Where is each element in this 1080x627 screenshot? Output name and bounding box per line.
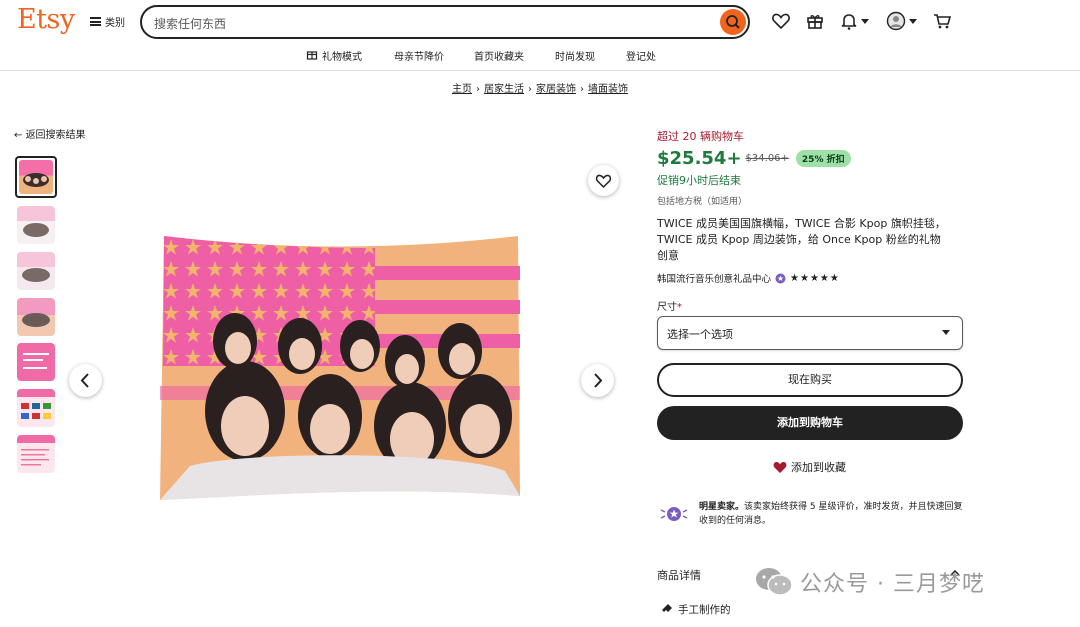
size-label: 尺寸* — [657, 302, 682, 313]
breadcrumb: 主页 › 居家生活 › 家居装饰 › 墙面装饰 — [452, 84, 628, 95]
handmade-row: 手工制作的 — [660, 602, 731, 617]
heart-filled-icon — [773, 461, 787, 473]
favorites-heart-icon[interactable] — [770, 10, 792, 32]
shop-row: 韩国流行音乐创意礼品中心 ★★★★★ — [657, 271, 840, 286]
nav-home-favorites[interactable]: 首页收藏夹 — [474, 48, 524, 63]
thumbnail-6[interactable] — [17, 389, 55, 427]
back-label: 返回搜索结果 — [25, 130, 86, 141]
star-seller-badge-icon — [775, 273, 786, 283]
sale-countdown: 促销9小时后结束 — [657, 174, 741, 187]
search-input[interactable]: 搜索任何东西 — [140, 5, 750, 39]
gift-icon — [306, 51, 318, 60]
breadcrumb-home-decor[interactable]: 家居装饰 — [536, 84, 576, 95]
star-seller-icon — [660, 507, 688, 521]
buy-now-button[interactable]: 现在购买 — [657, 363, 963, 397]
gift-icon[interactable] — [804, 10, 826, 32]
breadcrumb-home[interactable]: 主页 — [452, 84, 472, 95]
shop-name-link[interactable]: 韩国流行音乐创意礼品中心 — [657, 271, 771, 285]
product-image — [160, 236, 520, 500]
handmade-label: 手工制作的 — [678, 604, 731, 616]
thumbnail-5[interactable] — [17, 343, 55, 381]
hand-icon — [662, 604, 672, 612]
nav-mothers-day[interactable]: 母亲节降价 — [394, 48, 444, 63]
chevron-left-icon — [80, 373, 89, 388]
add-to-favorites-button[interactable]: 添加到收藏 — [773, 459, 846, 475]
account-avatar-icon[interactable] — [885, 10, 907, 32]
previous-image-button[interactable] — [69, 364, 102, 397]
categories-label: 类别 — [105, 18, 125, 29]
thumbnail-2[interactable] — [17, 206, 55, 244]
price-row: $25.54+ $34.06+ 25% 折扣 — [657, 148, 851, 169]
cart-count-note: 超过 20 辆购物车 — [657, 130, 744, 143]
search-button[interactable] — [720, 9, 746, 35]
add-to-cart-button[interactable]: 添加到购物车 — [657, 406, 963, 440]
thumbnail-1[interactable] — [15, 156, 57, 198]
size-select[interactable]: 选择一个选项 — [657, 316, 963, 350]
menu-icon — [90, 17, 101, 26]
nav-gift-mode[interactable]: 礼物模式 — [322, 48, 362, 63]
cart-icon[interactable] — [931, 10, 953, 32]
tax-note: 包括地方税（如适用） — [657, 197, 748, 207]
favorite-button[interactable] — [588, 165, 619, 196]
chevron-down-icon — [861, 19, 869, 24]
etsy-logo[interactable]: Etsy — [17, 4, 75, 35]
search-placeholder: 搜索任何东西 — [154, 17, 227, 31]
nav-registry[interactable]: 登记处 — [626, 48, 656, 63]
discount-badge: 25% 折扣 — [795, 150, 851, 167]
dropdown-caret-icon — [942, 330, 950, 335]
chevron-down-icon — [909, 19, 917, 24]
thumbnail-4[interactable] — [17, 298, 55, 336]
breadcrumb-home-living[interactable]: 居家生活 — [484, 84, 524, 95]
original-price: $34.06+ — [745, 153, 789, 164]
divider — [0, 70, 1080, 71]
sale-price: $25.54+ — [657, 148, 742, 169]
product-title: TWICE 成员美国国旗横幅，TWICE 合影 Kpop 旗帜挂毯，TWICE … — [657, 217, 946, 262]
back-to-results-link[interactable]: ← 返回搜索结果 — [14, 126, 86, 141]
star-seller-info: 明星卖家。该卖家始终获得 5 星级评价，准时发货，并且快速回复收到的任何消息。 — [699, 500, 967, 528]
watermark-text: 公众号 · 三月梦呓 — [800, 572, 985, 597]
heart-outline-icon — [595, 174, 612, 189]
star-seller-title: 明星卖家。 — [699, 502, 745, 512]
size-select-value: 选择一个选项 — [667, 328, 733, 341]
nav-fashion[interactable]: 时尚发现 — [555, 48, 595, 63]
watermark: 公众号 · 三月梦呓 — [754, 566, 985, 598]
item-details-toggle[interactable]: 商品详情 — [657, 567, 701, 583]
thumbnail-7[interactable] — [17, 435, 55, 473]
next-image-button[interactable] — [581, 364, 614, 397]
category-nav: 礼物模式 母亲节降价 首页收藏夹 时尚发现 登记处 — [0, 46, 1080, 66]
required-asterisk: * — [677, 302, 682, 313]
notifications-bell-icon[interactable] — [838, 10, 860, 32]
chevron-right-icon — [594, 373, 603, 388]
categories-button[interactable]: 类别 — [90, 14, 125, 29]
breadcrumb-wall-decor[interactable]: 墙面装饰 — [588, 84, 628, 95]
thumbnail-3[interactable] — [17, 252, 55, 290]
add-to-favorites-label: 添加到收藏 — [791, 461, 846, 474]
wechat-logo-icon — [756, 568, 793, 596]
search-icon — [726, 15, 740, 29]
rating-stars[interactable]: ★★★★★ — [790, 273, 840, 284]
header: Etsy 类别 搜索任何东西 — [0, 0, 1080, 44]
